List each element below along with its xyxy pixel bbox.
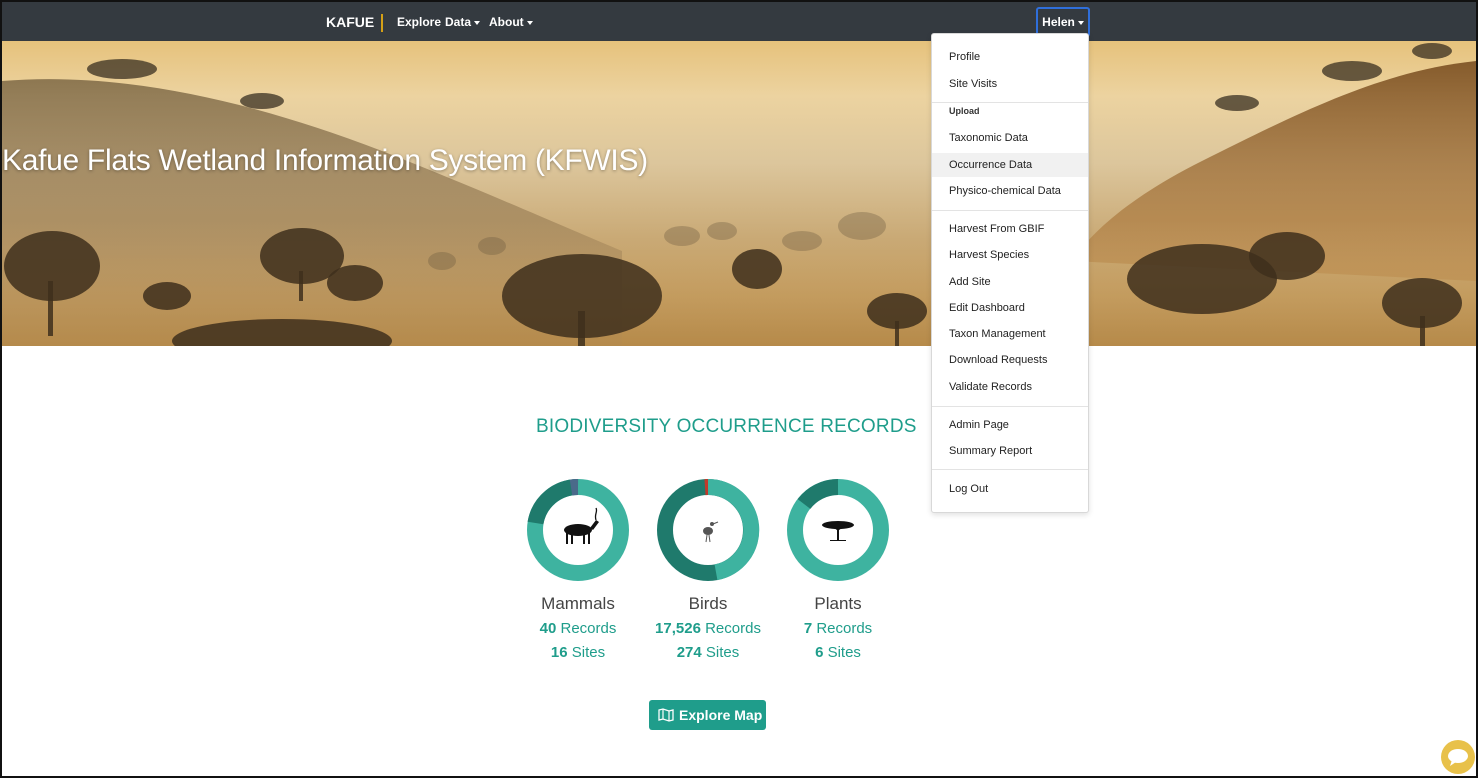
menu-item-profile[interactable]: Profile [932,45,1088,69]
page-frame: KAFUE Explore Data About Helen Kafue Fla… [0,0,1478,778]
menu-item-physico-chemical-data[interactable]: Physico-chemical Data [932,179,1088,203]
menu-item-summary-report[interactable]: Summary Report [932,439,1088,463]
chat-bubble-icon [1448,749,1468,766]
brand-logo[interactable]: KAFUE [326,14,384,32]
hero-banner: Kafue Flats Wetland Information System (… [2,41,1476,346]
menu-item-occurrence-data[interactable]: Occurrence Data [932,153,1088,177]
menu-item-taxonomic-data[interactable]: Taxonomic Data [932,126,1088,150]
menu-item-edit-dashboard[interactable]: Edit Dashboard [932,296,1088,320]
menu-item-validate-records[interactable]: Validate Records [932,375,1088,399]
chevron-down-icon [1077,20,1084,25]
section-title: BIODIVERSITY OCCURRENCE RECORDS [536,416,917,437]
mammals-card[interactable]: Mammals 40 Records 16 Sites [513,478,643,662]
mammals-donut-chart [527,478,629,581]
map-icon [658,708,674,722]
plants-sites: 6 Sites [815,644,861,661]
birds-label: Birds [688,594,728,613]
birds-card[interactable]: Birds 17,526 Records 274 Sites [643,478,773,662]
menu-divider [932,469,1088,470]
acacia-tree-icon [822,521,854,541]
menu-item-taxon-management[interactable]: Taxon Management [932,322,1088,346]
chevron-down-icon [474,20,481,25]
chevron-down-icon [526,20,533,25]
kudu-icon [564,507,599,544]
menu-item-download-requests[interactable]: Download Requests [932,348,1088,372]
plants-donut-chart [787,479,889,581]
explore-map-button[interactable]: Explore Map » [649,700,766,753]
user-dropdown-menu: Profile Site Visits Upload Taxonomic Dat… [931,33,1089,513]
menu-item-log-out[interactable]: Log Out [932,477,1088,501]
plants-records: 7 Records [803,620,873,637]
menu-item-admin-page[interactable]: Admin Page [932,413,1088,437]
nav-data[interactable]: Data [445,15,481,29]
top-navbar: KAFUE Explore Data About Helen [2,2,1476,41]
menu-item-site-visits[interactable]: Site Visits [932,72,1088,96]
chat-widget-button[interactable] [1441,740,1475,774]
birds-sites: 274 Sites [676,644,740,661]
nav-about[interactable]: About [489,15,533,29]
plants-label: Plants [814,594,862,613]
bird-icon [703,521,719,543]
birds-records: 17,526 Records [655,620,761,637]
menu-divider [932,406,1088,407]
mammals-records: 40 Records [539,620,617,637]
mammals-sites: 16 Sites [550,644,606,661]
savanna-landscape-image [2,43,1476,346]
menu-item-add-site[interactable]: Add Site [932,270,1088,294]
menu-header-upload: Upload [949,106,980,116]
plants-card[interactable]: Plants 7 Records 6 Sites [773,478,903,662]
menu-divider [932,102,1088,103]
nav-explore[interactable]: Explore [397,15,441,29]
menu-item-harvest-species[interactable]: Harvest Species [932,243,1088,267]
mammals-label: Mammals [541,594,615,613]
page-title: Kafue Flats Wetland Information System (… [2,144,648,177]
menu-item-harvest-gbif[interactable]: Harvest From GBIF [932,217,1088,241]
birds-donut-chart [657,478,760,581]
menu-divider [932,210,1088,211]
